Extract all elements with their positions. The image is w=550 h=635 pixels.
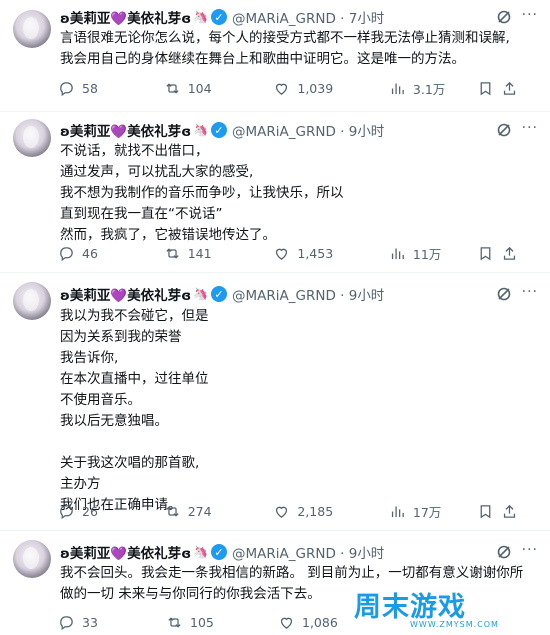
- display-name[interactable]: ʚ美莉亚💜美依礼芽ɞ: [60, 542, 191, 562]
- avatar[interactable]: [13, 119, 51, 157]
- handle-time[interactable]: @MARiA_GRND · 7小时: [232, 7, 384, 27]
- tweet-2[interactable]: ʚ美莉亚💜美依礼芽ɞ 🦄 ✓ @MARiA_GRND · 9小时 ··· 不说话…: [0, 113, 550, 273]
- share-icon[interactable]: [501, 245, 518, 262]
- repost-icon: [166, 247, 179, 259]
- reply-icon: [60, 504, 73, 519]
- unicorn-emoji: 🦄: [193, 10, 209, 24]
- tweet-text: 不说话，就找不出借口， 通过发声，可以扰乱大家的感受, 我不想为我制作的音乐而争…: [60, 143, 344, 243]
- repost-button[interactable]: 141: [164, 245, 274, 262]
- like-button[interactable]: 1,453: [273, 245, 389, 262]
- views-icon: [391, 248, 404, 259]
- like-icon: [280, 617, 293, 629]
- views-button[interactable]: 11万: [389, 244, 477, 263]
- grok-icon[interactable]: [496, 9, 512, 25]
- tweet-actions: 58 104 1,039 3.1万: [58, 78, 518, 98]
- watermark-text: 周末游戏: [354, 592, 466, 623]
- tweet-1[interactable]: ʚ美莉亚💜美依礼芽ɞ 🦄 ✓ @MARiA_GRND · 7小时 ··· 言语很…: [0, 0, 550, 112]
- grok-icon[interactable]: [496, 544, 512, 560]
- bookmark-icon[interactable]: [477, 503, 494, 520]
- tweet-header: ʚ美莉亚💜美依礼芽ɞ 🦄 ✓ @MARiA_GRND · 7小时: [60, 6, 384, 28]
- reply-icon: [60, 246, 73, 261]
- like-icon: [276, 248, 288, 260]
- tweet-3[interactable]: ʚ美莉亚💜美依礼芽ɞ 🦄 ✓ @MARiA_GRND · 9小时 ··· 我以为…: [0, 274, 550, 531]
- tweet-header: ʚ美莉亚💜美依礼芽ɞ 🦄 ✓ @MARiA_GRND · 9小时: [60, 283, 384, 305]
- unicorn-emoji: 🦄: [193, 287, 209, 301]
- repost-icon: [168, 616, 181, 628]
- display-name[interactable]: ʚ美莉亚💜美依礼芽ɞ: [60, 7, 191, 27]
- views-button[interactable]: 17万: [389, 502, 477, 521]
- handle-time[interactable]: @MARiA_GRND · 9小时: [232, 542, 384, 562]
- handle-time[interactable]: @MARiA_GRND · 9小时: [232, 284, 384, 304]
- share-icon[interactable]: [501, 80, 518, 97]
- reply-icon: [60, 615, 73, 630]
- more-icon[interactable]: ···: [522, 120, 538, 136]
- like-button[interactable]: 1,039: [273, 80, 389, 97]
- share-icon[interactable]: [501, 503, 518, 520]
- grok-icon[interactable]: [496, 286, 512, 302]
- verified-icon: ✓: [211, 544, 228, 560]
- avatar[interactable]: [13, 10, 51, 48]
- verified-icon: ✓: [211, 286, 228, 302]
- reply-button[interactable]: 33: [58, 614, 166, 631]
- tweet-text: 言语很难无论你怎么说，每个人的接受方式都不一样我无法停止猜测和误解, 我会用自己…: [60, 30, 510, 67]
- handle-time[interactable]: @MARiA_GRND · 9小时: [232, 120, 384, 140]
- tweet-actions: 46 141 1,453 11万: [58, 243, 518, 263]
- watermark-url: WWW.ZMYSM.COM: [410, 620, 499, 629]
- repost-button[interactable]: 104: [164, 80, 274, 97]
- reply-button[interactable]: 58: [58, 80, 164, 97]
- avatar[interactable]: [13, 282, 51, 320]
- like-icon: [276, 83, 288, 95]
- like-icon: [276, 506, 288, 518]
- bookmark-icon[interactable]: [477, 80, 494, 97]
- unicorn-emoji: 🦄: [193, 123, 209, 137]
- more-icon[interactable]: ···: [522, 7, 538, 23]
- reply-button[interactable]: 46: [58, 245, 164, 262]
- more-icon[interactable]: ···: [522, 542, 538, 558]
- bookmark-share-group: [477, 80, 518, 97]
- bookmark-icon[interactable]: [477, 245, 494, 262]
- verified-icon: ✓: [211, 9, 228, 25]
- watermark-logo: 周末游戏 WWW.ZMYSM.COM: [350, 585, 540, 631]
- tweet-header: ʚ美莉亚💜美依礼芽ɞ 🦄 ✓ @MARiA_GRND · 9小时: [60, 119, 384, 141]
- repost-button[interactable]: 105: [166, 614, 278, 631]
- like-button[interactable]: 2,185: [273, 503, 389, 520]
- unicorn-emoji: 🦄: [193, 545, 209, 559]
- repost-icon: [166, 82, 179, 94]
- display-name[interactable]: ʚ美莉亚💜美依礼芽ɞ: [60, 284, 191, 304]
- avatar[interactable]: [13, 540, 51, 578]
- tweet-text: 我以为我不会碰它，但是 因为关系到我的荣誉 我告诉你, 在本次直播中，过往单位 …: [60, 308, 209, 513]
- tweet-header: ʚ美莉亚💜美依礼芽ɞ 🦄 ✓ @MARiA_GRND · 9小时: [60, 541, 384, 563]
- repost-button[interactable]: 274: [164, 503, 274, 520]
- repost-icon: [166, 505, 179, 517]
- views-button[interactable]: 3.1万: [389, 79, 477, 98]
- views-icon: [391, 83, 404, 94]
- grok-icon[interactable]: [496, 122, 512, 138]
- bookmark-share-group: [477, 245, 518, 262]
- views-icon: [391, 506, 404, 517]
- tweet-actions: 26 274 2,185 17万: [58, 501, 518, 521]
- more-icon[interactable]: ···: [522, 284, 538, 300]
- verified-icon: ✓: [211, 122, 228, 138]
- reply-button[interactable]: 26: [58, 503, 164, 520]
- display-name[interactable]: ʚ美莉亚💜美依礼芽ɞ: [60, 120, 191, 140]
- bookmark-share-group: [477, 503, 518, 520]
- reply-icon: [60, 81, 73, 96]
